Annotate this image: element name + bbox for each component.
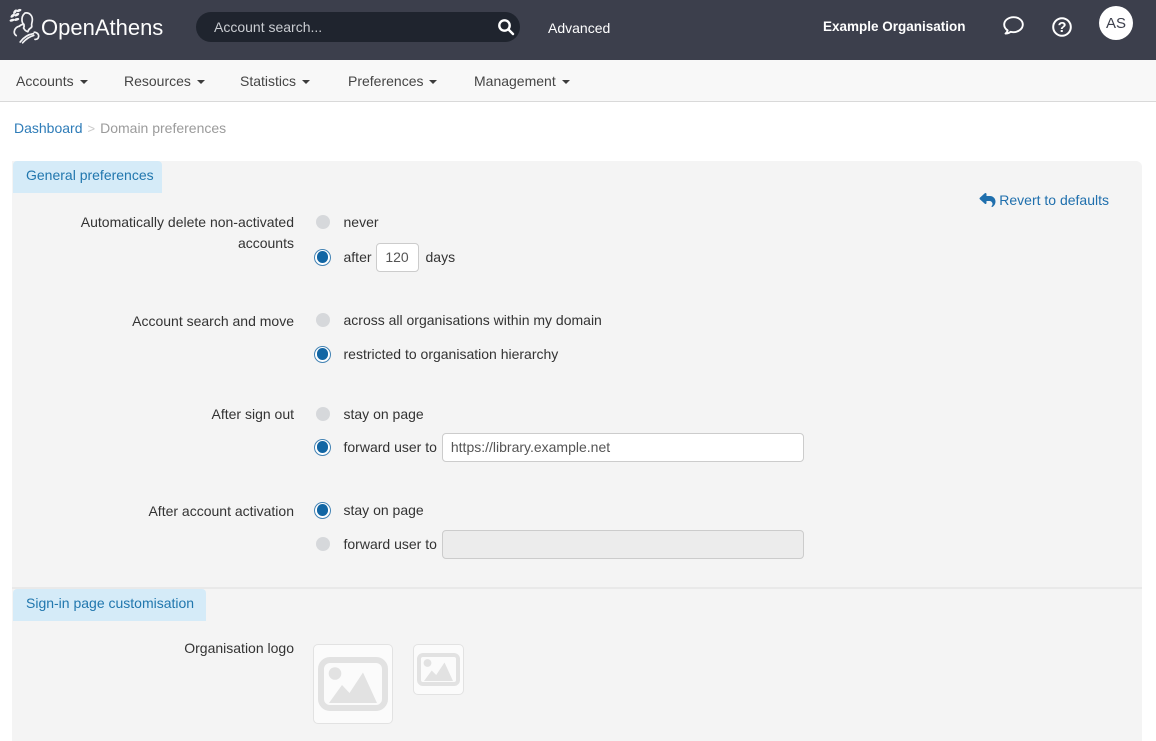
- svg-text:?: ?: [1058, 20, 1067, 36]
